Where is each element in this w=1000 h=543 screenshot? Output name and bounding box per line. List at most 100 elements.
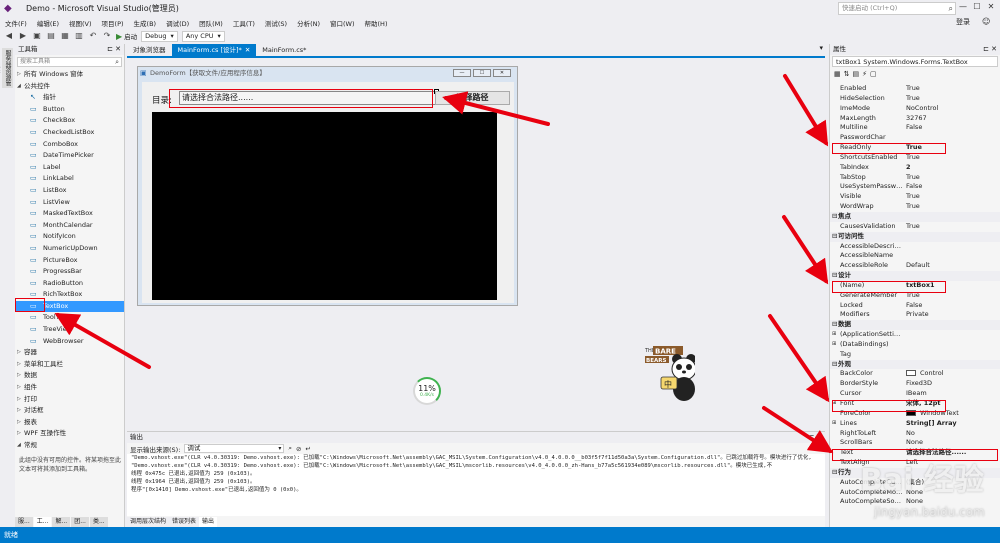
toolbox-category[interactable]: ▷ 打印 [15,394,124,406]
property-row[interactable]: Multiline False [830,123,1000,133]
property-category[interactable]: ⊟设计 [830,271,1000,281]
toolbox-item-maskedtextbox[interactable]: ▭ MaskedTextBox [15,208,124,220]
toolbox-item-picturebox[interactable]: ▭ PictureBox [15,255,124,267]
toolbox-bottom-tab[interactable]: 工... [33,517,52,527]
property-row[interactable]: TabIndex 2 [830,163,1000,173]
property-row[interactable]: BackColor Control [830,369,1000,379]
toolbox-category[interactable]: ▷ 菜单和工具栏 [15,359,124,371]
menu-project[interactable]: 项目(P) [97,18,129,28]
toolbox-item-progressbar[interactable]: ▭ ProgressBar [15,266,124,278]
property-value[interactable]: True [904,173,1000,183]
property-value[interactable]: False [904,301,1000,311]
property-row[interactable]: Tag [830,350,1000,360]
output-bottom-tab[interactable]: 错误列表 [169,517,200,527]
property-value[interactable]: None [904,438,1000,448]
menu-view[interactable]: 视图(V) [64,18,97,28]
toolbox-item-monthcalendar[interactable]: ▭ MonthCalendar [15,220,124,232]
config-select[interactable]: Debug ▾ [141,30,178,42]
expand-icon[interactable]: ⊞ [832,340,836,350]
menu-build[interactable]: 生成(B) [129,18,162,28]
close-button[interactable]: ✕ [984,0,998,14]
back-icon[interactable]: ◀ [4,31,14,41]
toolbox-item-checkedlistbox[interactable]: ▭ CheckedListBox [15,127,124,139]
property-value[interactable] [904,330,1000,340]
property-value[interactable]: True [904,192,1000,202]
menu-analyze[interactable]: 分析(N) [292,18,325,28]
property-row[interactable]: ShortcutsEnabled True [830,153,1000,163]
toolbox-item-tooltip[interactable]: ▭ ToolTip [15,312,124,324]
property-value[interactable]: True [904,222,1000,232]
menu-tools[interactable]: 工具(T) [228,18,260,28]
menu-file[interactable]: 文件(F) [0,18,32,28]
toolbox-search-input[interactable]: 搜索工具箱 ⌕ [17,57,122,67]
property-value[interactable]: Private [904,310,1000,320]
toolbox-bottom-tab[interactable]: 解... [52,517,71,527]
toolbox-category[interactable]: ▷ 容器 [15,347,124,359]
categorized-icon[interactable]: ▦ [834,70,841,78]
new-project-icon[interactable]: ▣ [32,31,42,41]
property-pages-icon[interactable]: ▢ [870,70,877,78]
property-value[interactable] [904,242,1000,252]
tab-mainform-design[interactable]: MainForm.cs [设计]* ✕ [171,44,257,56]
property-row[interactable]: AccessibleDescription [830,242,1000,252]
property-row[interactable]: AccessibleName [830,251,1000,261]
find-icon[interactable]: ⌕ [288,444,292,453]
property-value[interactable]: True [904,94,1000,104]
property-row[interactable]: ImeMode NoControl [830,104,1000,114]
maximize-button[interactable]: ☐ [970,0,984,14]
property-row[interactable]: Enabled True [830,84,1000,94]
toolbox-bottom-tab[interactable]: 服... [15,517,33,527]
toolbox-category[interactable]: ▷ WPF 互操作性 [15,428,124,440]
expand-icon[interactable]: ⊞ [832,330,836,340]
toolbox-item-numericupdown[interactable]: ▭ NumericUpDown [15,243,124,255]
properties-object-select[interactable]: txtBox1 System.Windows.Forms.TextBox [832,56,998,67]
expand-icon[interactable]: ⊞ [832,419,836,429]
property-value[interactable]: Default [904,261,1000,271]
menu-team[interactable]: 团队(M) [194,18,228,28]
property-value[interactable]: No [904,429,1000,439]
property-value[interactable]: False [904,182,1000,192]
property-category[interactable]: ⊟数据 [830,320,1000,331]
property-row[interactable]: AccessibleRole Default [830,261,1000,271]
property-row[interactable]: HideSelection True [830,94,1000,104]
pin-icon[interactable]: ⊏ ✕ [809,432,822,443]
server-explorer-tab[interactable]: 服务器资源管理器 [2,48,13,88]
property-row[interactable]: RightToLeft No [830,429,1000,439]
close-icon[interactable]: ✕ [245,46,250,54]
property-row[interactable]: Visible True [830,192,1000,202]
save-icon[interactable]: ▦ [60,31,70,41]
toolbox-item-button[interactable]: ▭ Button [15,104,124,116]
property-row[interactable]: ScrollBars None [830,438,1000,448]
property-value[interactable]: NoControl [904,104,1000,114]
output-bottom-tab[interactable]: 输出 [199,517,218,527]
forward-icon[interactable]: ▶ [18,31,28,41]
user-icon[interactable]: ☺ [982,17,990,26]
property-row[interactable]: ⊞ Lines String[] Array [830,419,1000,429]
property-value[interactable]: Control [904,369,1000,379]
property-value[interactable] [904,350,1000,360]
toolbox-category[interactable]: ▷ 对话框 [15,405,124,417]
tab-mainform-code[interactable]: MainForm.cs* [256,44,312,56]
toolbox-item-treeview[interactable]: ▭ TreeView [15,324,124,336]
menu-window[interactable]: 窗口(W) [325,18,360,28]
menu-edit[interactable]: 编辑(E) [32,18,64,28]
toolbox-item-combobox[interactable]: ▭ ComboBox [15,139,124,151]
alphabetical-icon[interactable]: ⇅ [844,70,850,78]
browse-button[interactable]: 选择路径 [435,91,510,105]
toolbox-category[interactable]: ◢ 常规 [15,440,124,452]
tabs-dropdown-icon[interactable]: ▾ [819,44,823,52]
events-icon[interactable]: ⚡ [862,70,867,78]
property-value[interactable]: String[] Array [904,419,1000,429]
toolbox-item-webbrowser[interactable]: ▭ WebBrowser [15,336,124,348]
quick-launch-input[interactable]: 快速启动 (Ctrl+Q) ⌕ [838,2,956,15]
property-row[interactable]: PasswordChar [830,133,1000,143]
toolbox-category[interactable]: ▷ 所有 Windows 窗体 [15,69,124,81]
property-value[interactable]: False [904,123,1000,133]
toolbox-item-linklabel[interactable]: ▭ LinkLabel [15,173,124,185]
clear-all-icon[interactable]: ⊘ [296,445,301,453]
property-value[interactable]: 2 [904,163,1000,173]
minimize-button[interactable]: — [956,0,970,14]
property-row[interactable]: BorderStyle Fixed3D [830,379,1000,389]
toolbox-item-notifyicon[interactable]: ▭ NotifyIcon [15,231,124,243]
word-wrap-icon[interactable]: ↵ [305,445,310,453]
